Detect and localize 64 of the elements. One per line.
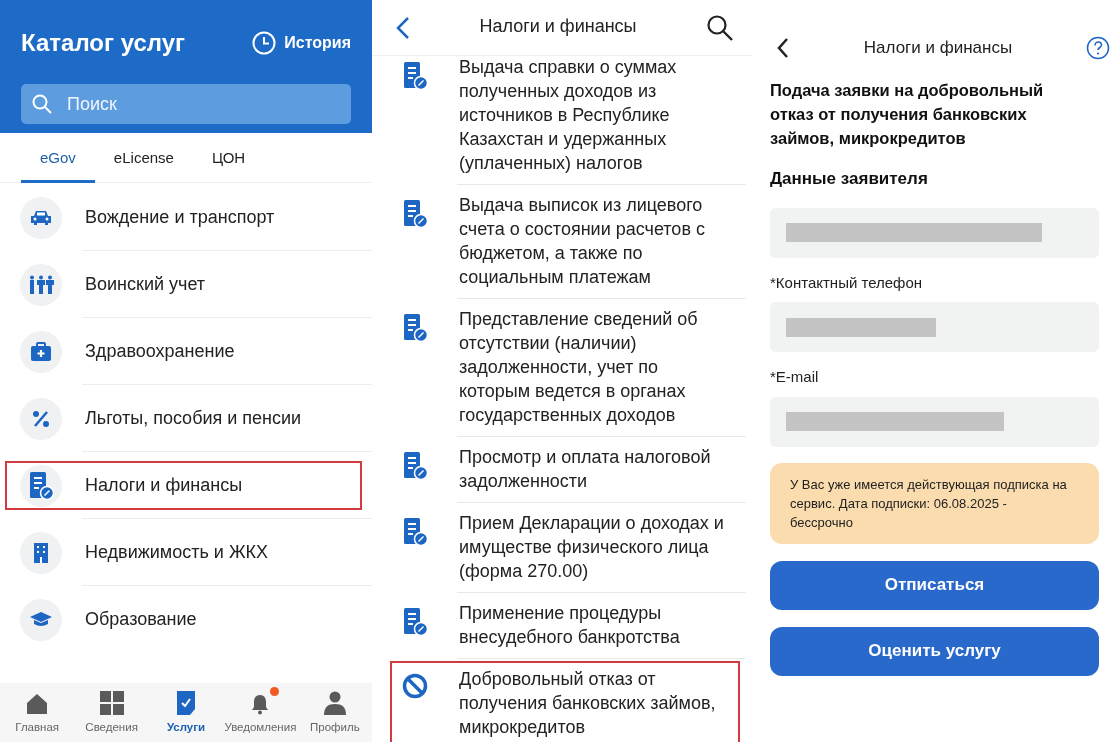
input-field[interactable] <box>770 302 1099 352</box>
service-item[interactable]: Выдача справки о суммах полученных доходов из источников в Республике Казахстан и удержанных (уплаченных) налогов <box>459 55 727 175</box>
category-item[interactable]: Недвижимость и ЖКХ <box>85 539 268 566</box>
tax-document-icon <box>402 61 428 91</box>
screen-title: Налоги и финансы <box>863 37 1013 60</box>
service-item[interactable]: Представление сведений об отсутствии (наличии) задолженности, учет по которым ведется в органах государственных доходов <box>459 307 727 427</box>
nav-tab[interactable]: Профиль <box>297 683 372 742</box>
tax-document-icon <box>402 607 428 637</box>
graduation-cap-icon <box>29 611 53 628</box>
soldiers-icon <box>28 274 54 295</box>
search-field[interactable]: Поиск <box>21 84 351 124</box>
section-heading: Данные заявителя <box>770 168 929 190</box>
back-chevron-icon <box>776 37 790 59</box>
service-item[interactable]: Добровольный отказ от получения банковских займов, микрокредитов <box>459 667 727 739</box>
prohibition-icon <box>402 673 428 699</box>
category-item[interactable]: Образование <box>85 606 197 633</box>
building-icon <box>33 541 49 564</box>
tax-document-icon <box>402 517 428 547</box>
back-button[interactable] <box>776 37 790 59</box>
tax-document-icon <box>402 199 428 229</box>
service-item[interactable]: Прием Декларации о доходах и имуществе физического лица (форма 270.00) <box>459 511 727 583</box>
back-chevron-icon <box>396 15 410 40</box>
form-heading: Подача заявки на добровольный отказ от получения банковских займов, микрокредитов <box>770 80 1045 149</box>
category-item[interactable]: Здравоохранение <box>85 338 235 365</box>
action-button[interactable]: Отписаться <box>770 560 1099 610</box>
field-label: *E-mail <box>770 367 820 387</box>
tab[interactable]: eGov <box>21 133 95 183</box>
input-field[interactable] <box>770 396 1099 447</box>
tax-document-icon <box>402 313 428 343</box>
category-item[interactable]: Налоги и финансы <box>85 472 243 499</box>
nav-tab[interactable]: Услуги <box>148 683 224 742</box>
nav-tab[interactable]: Сведения <box>74 683 149 742</box>
service-item[interactable]: Просмотр и оплата налоговой задолженности <box>459 445 727 493</box>
grid-icon <box>99 690 124 715</box>
nav-tab[interactable]: Главная <box>0 683 75 742</box>
screen-title: Налоги и финансы <box>479 15 637 38</box>
search-icon <box>706 13 734 42</box>
notice-message: У Вас уже имеется действующая подписка на сервис. Дата подписки: 06.08.2025 - бессрочно <box>790 475 1068 532</box>
history-button[interactable]: История <box>252 31 351 55</box>
action-button[interactable]: Оценить услугу <box>770 626 1099 676</box>
search-icon <box>31 93 53 115</box>
category-item[interactable]: Льготы, пособия и пенсии <box>85 405 302 432</box>
person-icon <box>322 690 347 715</box>
checked-document-icon <box>176 690 196 715</box>
medical-kit-icon <box>30 341 52 362</box>
page-title: Каталог услуг <box>21 28 185 58</box>
tab[interactable]: eLicense <box>94 133 193 183</box>
nav-tab[interactable]: Уведомления <box>223 683 298 742</box>
service-item[interactable]: Выдача выписок из лицевого счета о состоянии расчетов с бюджетом, а также по социальным платежам <box>459 193 727 289</box>
help-button[interactable] <box>1086 36 1110 60</box>
tax-document-icon <box>28 470 54 501</box>
tab[interactable]: ЦОН <box>192 133 265 183</box>
field-label: *Контактный телефон <box>770 272 924 293</box>
car-icon <box>30 209 52 226</box>
home-icon <box>26 692 49 715</box>
input-field[interactable] <box>770 207 1099 258</box>
percent-icon <box>32 409 50 428</box>
service-item[interactable]: Применение процедуры внесудебного банкротства <box>459 601 727 649</box>
category-item[interactable]: Воинский учет <box>85 271 206 298</box>
clock-icon <box>252 31 277 55</box>
category-item[interactable]: Вождение и транспорт <box>85 204 275 231</box>
help-icon <box>1086 36 1110 60</box>
search-button[interactable] <box>706 13 734 42</box>
tax-document-icon <box>402 451 428 481</box>
